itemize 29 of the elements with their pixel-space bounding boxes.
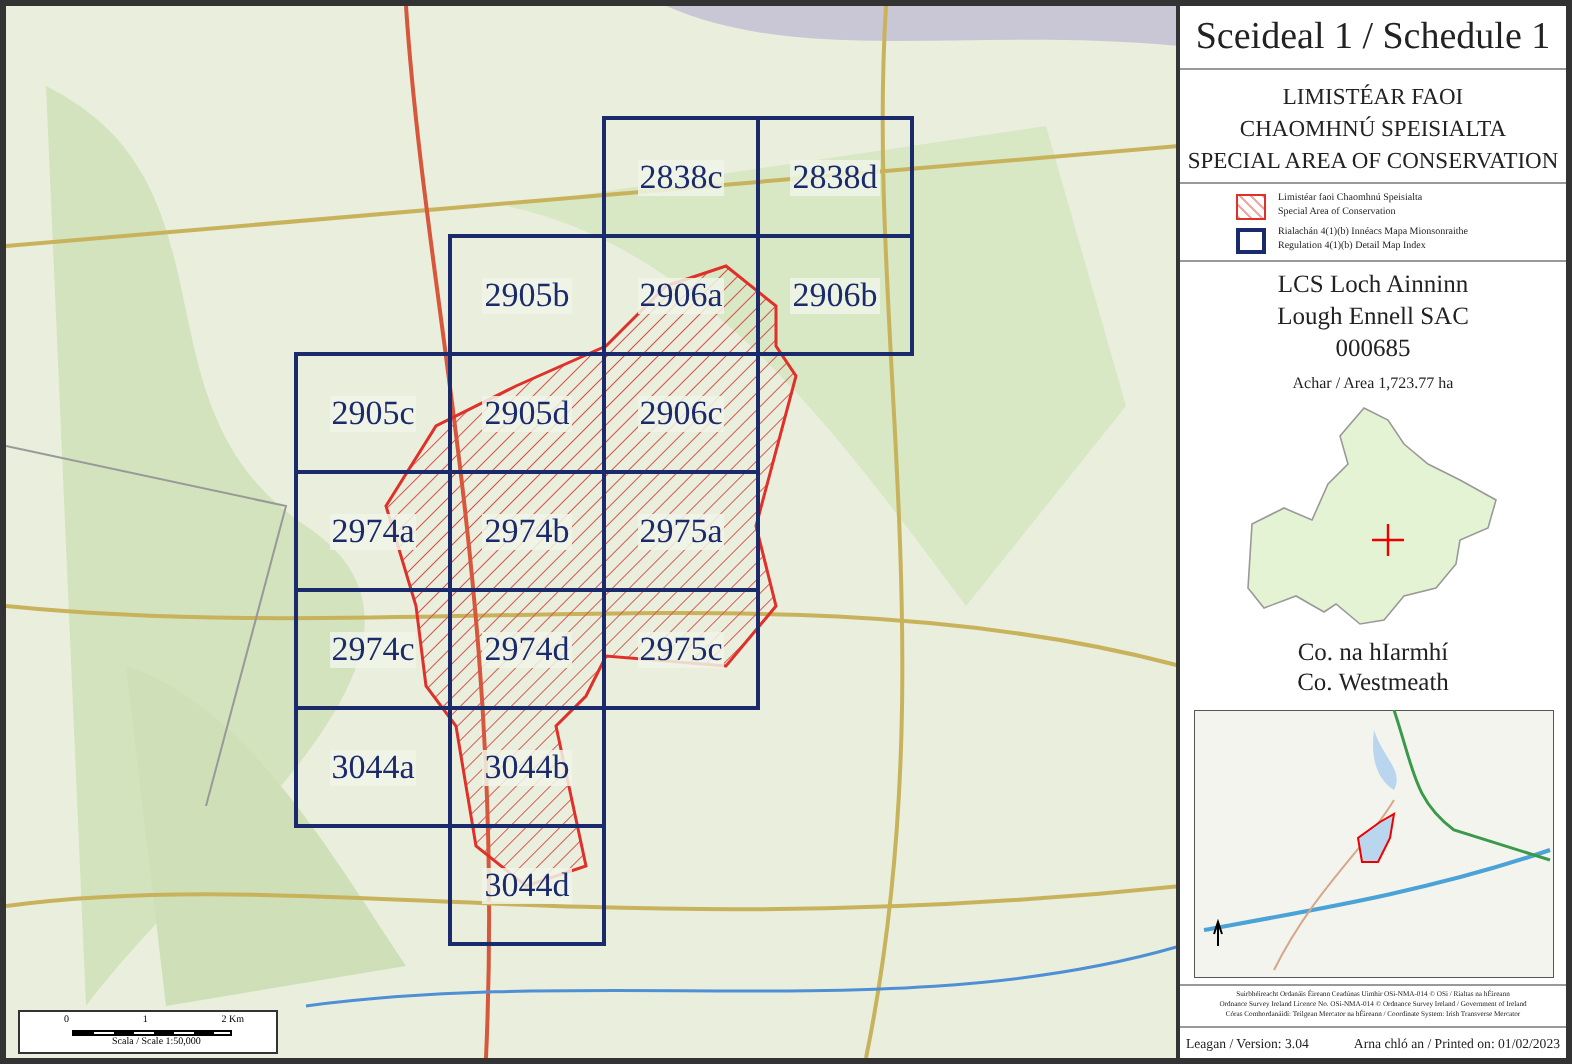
- schedule-title: Sceideal 1 / Schedule 1: [1195, 16, 1551, 60]
- map-tile-label[interactable]: 2905b: [482, 277, 572, 313]
- county-name: Co. na hIarmhí: [1297, 638, 1449, 668]
- map-tile-label[interactable]: 2974c: [329, 631, 417, 667]
- hatched-area-swatch: [1236, 193, 1266, 219]
- map-tile-label[interactable]: 2838c: [637, 159, 725, 195]
- map-tile-label[interactable]: 2906c: [637, 395, 725, 431]
- site-name: LCS Loch Ainninn: [1277, 270, 1469, 300]
- site-name: 000685: [1335, 334, 1411, 364]
- map-tile-label[interactable]: 2905d: [482, 395, 572, 431]
- map-tile-label[interactable]: 2838d: [790, 159, 880, 195]
- designation-heading: LIMISTÉAR FAOI: [1282, 86, 1464, 110]
- map-tile-label[interactable]: 3044a: [329, 749, 417, 785]
- map-tile-label[interactable]: 2974a: [329, 513, 417, 549]
- map-tile-label[interactable]: 2974d: [482, 631, 572, 667]
- map-tile-label[interactable]: 2906b: [790, 277, 880, 313]
- designation-heading: CHAOMHNÚ SPEISIALTA: [1239, 118, 1507, 142]
- map-tile-label[interactable]: 2975c: [637, 631, 725, 667]
- map-tile-label[interactable]: 3044b: [482, 749, 572, 785]
- county-name: Co. Westmeath: [1297, 668, 1449, 698]
- site-name: Lough Ennell SAC: [1277, 302, 1469, 332]
- map-tile-label[interactable]: 2974b: [482, 513, 572, 549]
- map-tile-label[interactable]: 2906a: [637, 277, 725, 313]
- area-label: Achar / Area 1,723.77 ha: [1292, 374, 1454, 392]
- map-index-swatch: [1236, 227, 1266, 253]
- map-tile-label[interactable]: 3044d: [482, 867, 572, 903]
- designation-heading: SPECIAL AREA OF CONSERVATION: [1187, 150, 1559, 174]
- map-tile-label[interactable]: 2905c: [329, 395, 417, 431]
- map-tile-label[interactable]: 2975a: [637, 513, 725, 549]
